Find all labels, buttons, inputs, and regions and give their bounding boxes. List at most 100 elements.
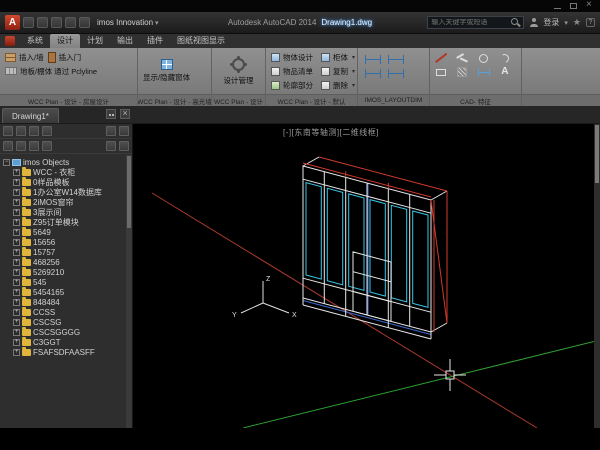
- file-tab-drawing1[interactable]: Drawing1*: [2, 108, 59, 123]
- tree-item[interactable]: 468256: [3, 257, 132, 267]
- linear-dimension-icon[interactable]: [365, 55, 381, 64]
- tab-plugins[interactable]: 插件: [140, 34, 170, 48]
- undo-icon[interactable]: [65, 17, 76, 28]
- panel-title[interactable]: WCC Plan - 设计 - 默认: [266, 94, 357, 106]
- expand-icon[interactable]: [13, 179, 20, 186]
- palette-scrollbar[interactable]: [126, 155, 132, 428]
- tree-item[interactable]: C3GGT: [3, 337, 132, 347]
- polyline-tool-icon[interactable]: [456, 52, 468, 64]
- tab-design[interactable]: 设计: [50, 34, 80, 48]
- design-manager-button[interactable]: 设计管理: [215, 50, 262, 92]
- text-tool-icon[interactable]: [499, 66, 511, 78]
- expand-icon[interactable]: [13, 189, 20, 196]
- folder-view-icon[interactable]: [16, 141, 26, 151]
- tree-item[interactable]: CSCSG: [3, 317, 132, 327]
- expand-icon[interactable]: [13, 289, 20, 296]
- panel-title[interactable]: IMOS_LAYOUTDIM: [358, 94, 429, 106]
- list-view-icon[interactable]: [29, 141, 39, 151]
- parts-list-button[interactable]: 物品清单: [269, 64, 315, 78]
- search-icon[interactable]: [511, 18, 520, 27]
- command-line-area[interactable]: [0, 428, 600, 450]
- expand-icon[interactable]: [13, 309, 20, 316]
- expand-icon[interactable]: [13, 329, 20, 336]
- scrollbar-thumb[interactable]: [127, 156, 131, 228]
- expand-icon[interactable]: [13, 259, 20, 266]
- floor-by-polyline-button[interactable]: 地板/棚体 通过 Pclyline: [3, 64, 134, 78]
- filter-icon[interactable]: [106, 141, 116, 151]
- tree-item[interactable]: CCSS: [3, 307, 132, 317]
- tree-item[interactable]: 0样品模板: [3, 177, 132, 187]
- minimize-icon[interactable]: [553, 2, 562, 10]
- close-icon[interactable]: [585, 2, 594, 10]
- new-order-icon[interactable]: [3, 126, 13, 136]
- tree-item[interactable]: 15656: [3, 237, 132, 247]
- tree-item[interactable]: WCC - 衣柜: [3, 167, 132, 177]
- pin-icon[interactable]: [106, 126, 116, 136]
- insert-wall-button[interactable]: 插入/墙: [3, 50, 46, 64]
- panel-title[interactable]: WCC Plan - 设计 - 高光墙: [138, 94, 211, 106]
- continue-dimension-icon[interactable]: [388, 69, 404, 78]
- signin-icon[interactable]: [529, 18, 538, 27]
- expand-icon[interactable]: [13, 239, 20, 246]
- line-tool-icon[interactable]: [435, 52, 447, 64]
- maximize-icon[interactable]: [569, 2, 578, 10]
- catalog-view-icon[interactable]: [3, 141, 13, 151]
- dimension-tool-icon[interactable]: [478, 66, 490, 78]
- tree-item[interactable]: 545: [3, 277, 132, 287]
- cabinet-wireframe[interactable]: [303, 157, 447, 339]
- panel-title[interactable]: WCC Plan - 设计 - 房屋设计: [0, 94, 137, 106]
- tree-item[interactable]: 3展示间: [3, 207, 132, 217]
- favorites-icon[interactable]: [573, 17, 581, 28]
- plot-icon[interactable]: [51, 17, 62, 28]
- workspace-icon[interactable]: [5, 36, 15, 46]
- expand-icon[interactable]: [13, 229, 20, 236]
- expand-icon[interactable]: [13, 319, 20, 326]
- cabinet-button[interactable]: 柜体: [319, 50, 357, 64]
- save-icon[interactable]: [37, 17, 48, 28]
- tree-item[interactable]: CSCSGGGG: [3, 327, 132, 337]
- drawing-canvas[interactable]: [-][东南等轴测][二维线框]: [133, 124, 600, 428]
- tree-item[interactable]: 5269210: [3, 267, 132, 277]
- workspace-switcher[interactable]: imos Innovation: [97, 18, 159, 27]
- search-input[interactable]: [431, 19, 509, 26]
- expand-icon[interactable]: [13, 339, 20, 346]
- tab-plan[interactable]: 计划: [80, 34, 110, 48]
- collapse-icon[interactable]: [3, 159, 10, 166]
- tree-item[interactable]: 848484: [3, 297, 132, 307]
- axis-line-green[interactable]: [243, 340, 600, 428]
- panel-title[interactable]: CAD- 特征: [430, 94, 521, 106]
- help-icon[interactable]: [586, 18, 595, 27]
- panel-title[interactable]: WCC Plan - 设计: [212, 94, 265, 106]
- export-icon[interactable]: [29, 126, 39, 136]
- palette-menu-icon[interactable]: [106, 109, 116, 119]
- model-space[interactable]: Z X Y: [133, 124, 600, 428]
- tree-item[interactable]: FSAFSDFAASFF: [3, 347, 132, 357]
- tab-layout-view[interactable]: 图纸视图显示: [170, 34, 232, 48]
- expand-icon[interactable]: [13, 279, 20, 286]
- expand-icon[interactable]: [13, 219, 20, 226]
- show-hide-window-button[interactable]: 显示/隐藏窗体: [141, 58, 192, 85]
- arc-tool-icon[interactable]: [499, 52, 511, 64]
- detail-view-icon[interactable]: [42, 141, 52, 151]
- baseline-dimension-icon[interactable]: [365, 69, 381, 78]
- tree-item[interactable]: 2iMOS窗帘: [3, 197, 132, 207]
- tree-item[interactable]: 15757: [3, 247, 132, 257]
- import-icon[interactable]: [16, 126, 26, 136]
- profile-section-button[interactable]: 轮廓部分: [269, 78, 315, 92]
- sort-icon[interactable]: [119, 141, 129, 151]
- options-icon[interactable]: [119, 126, 129, 136]
- expand-icon[interactable]: [13, 169, 20, 176]
- canvas-scrollbar[interactable]: [594, 124, 600, 428]
- expand-icon[interactable]: [13, 349, 20, 356]
- tree-item[interactable]: Z95订单模块: [3, 217, 132, 227]
- redo-icon[interactable]: [79, 17, 90, 28]
- tree-item[interactable]: 1办公室W14数据库: [3, 187, 132, 197]
- axis-line-red[interactable]: [152, 193, 537, 428]
- open-icon[interactable]: [23, 17, 34, 28]
- aligned-dimension-icon[interactable]: [388, 55, 404, 64]
- delete-button[interactable]: 删除: [319, 78, 357, 92]
- rectangle-tool-icon[interactable]: [435, 66, 447, 78]
- tab-system[interactable]: 系统: [20, 34, 50, 48]
- hatch-tool-icon[interactable]: [456, 66, 468, 78]
- tree-root[interactable]: imos Objects: [3, 157, 132, 167]
